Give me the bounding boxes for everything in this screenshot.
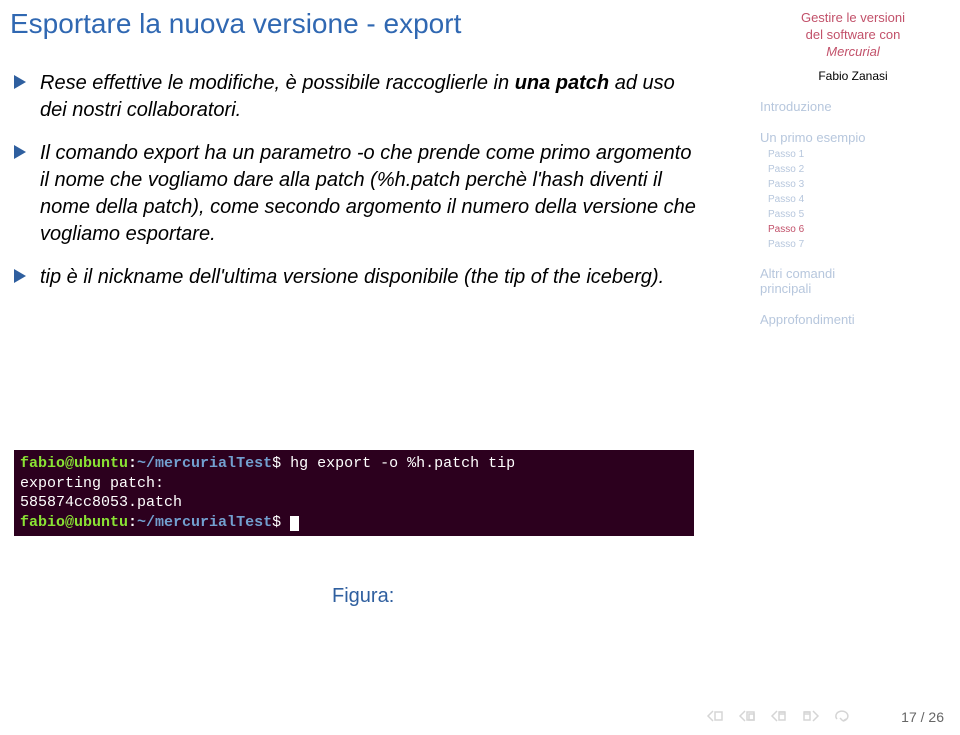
terminal-line-2: exporting patch: bbox=[20, 474, 688, 494]
footer: 17 / 26 bbox=[0, 695, 960, 735]
bullet-marker-icon bbox=[14, 269, 26, 283]
nav-controls bbox=[706, 709, 854, 723]
bullet-marker-icon bbox=[14, 75, 26, 89]
nav-introduzione[interactable]: Introduzione bbox=[760, 99, 946, 114]
nav-step-1[interactable]: Passo 1 bbox=[768, 149, 946, 160]
terminal-line-1: fabio@ubuntu:~/mercurialTest$ hg export … bbox=[20, 454, 688, 474]
nav-undo-icon[interactable] bbox=[834, 709, 854, 723]
figure-caption: Figura: bbox=[332, 585, 394, 608]
nav-up-icon[interactable] bbox=[770, 709, 788, 723]
nav-approfondimenti[interactable]: Approfondimenti bbox=[760, 312, 946, 327]
terminal-line-3: 585874cc8053.patch bbox=[20, 493, 688, 513]
page-number: 17 / 26 bbox=[901, 709, 944, 725]
bullet-list: Rese effettive le modifiche, è possibile… bbox=[14, 70, 704, 291]
nav-next-icon[interactable] bbox=[802, 709, 820, 723]
bullet-item: Rese effettive le modifiche, è possibile… bbox=[14, 70, 704, 124]
nav-step-2[interactable]: Passo 2 bbox=[768, 164, 946, 175]
nav-prev-icon[interactable] bbox=[738, 709, 756, 723]
nav-first-icon[interactable] bbox=[706, 709, 724, 723]
nav-step-4[interactable]: Passo 4 bbox=[768, 194, 946, 205]
cursor-icon bbox=[290, 516, 299, 531]
terminal-screenshot: fabio@ubuntu:~/mercurialTest$ hg export … bbox=[14, 450, 694, 536]
bullet-item: Il comando export ha un parametro -o che… bbox=[14, 140, 704, 248]
nav-step-6[interactable]: Passo 6 bbox=[768, 224, 946, 235]
nav-step-5[interactable]: Passo 5 bbox=[768, 209, 946, 220]
sidebar-title: Gestire le versioni del software con Mer… bbox=[760, 10, 946, 61]
nav-step-3[interactable]: Passo 3 bbox=[768, 179, 946, 190]
nav-step-7[interactable]: Passo 7 bbox=[768, 239, 946, 250]
nav-altri-comandi[interactable]: Altri comandiprincipali bbox=[760, 266, 946, 296]
terminal-line-4: fabio@ubuntu:~/mercurialTest$ bbox=[20, 513, 688, 533]
sidebar: Gestire le versioni del software con Mer… bbox=[750, 0, 960, 327]
nav-un-primo-esempio[interactable]: Un primo esempio bbox=[760, 130, 946, 145]
bullet-item: tip è il nickname dell'ultima versione d… bbox=[14, 264, 704, 291]
sidebar-author: Fabio Zanasi bbox=[760, 69, 946, 83]
main-content: Rese effettive le modifiche, è possibile… bbox=[14, 70, 704, 307]
bullet-marker-icon bbox=[14, 145, 26, 159]
